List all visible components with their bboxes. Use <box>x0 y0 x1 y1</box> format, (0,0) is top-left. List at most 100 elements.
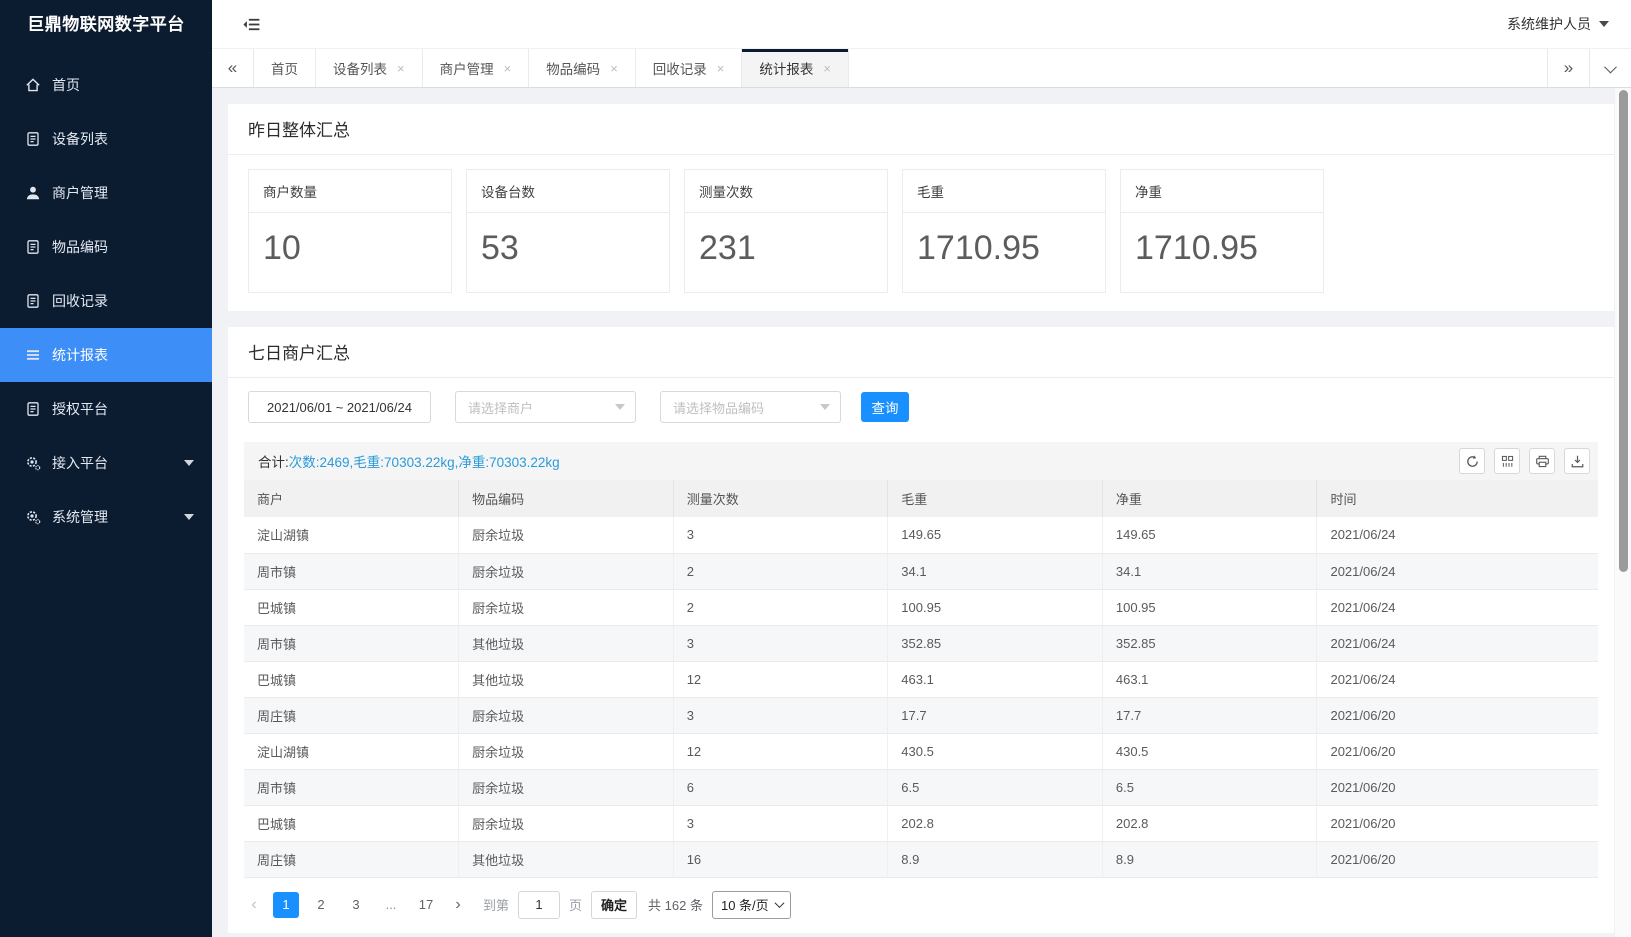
tab-recycle-records[interactable]: 回收记录× <box>636 49 743 87</box>
table-cell: 周庄镇 <box>244 697 459 733</box>
table-cell: 100.95 <box>888 589 1103 625</box>
tab-device-list[interactable]: 设备列表× <box>316 49 423 87</box>
export-button[interactable] <box>1564 448 1590 474</box>
table-cell: 2021/06/20 <box>1317 769 1598 805</box>
sidebar-item-recycle-records[interactable]: 回收记录 <box>0 274 212 328</box>
chevron-down-icon <box>774 898 784 908</box>
page-size-value: 10 条/页 <box>721 895 769 914</box>
columns-grid-icon <box>1500 454 1515 469</box>
table-cell: 2 <box>673 589 888 625</box>
table-cell: 2021/06/20 <box>1317 697 1598 733</box>
table-cell: 3 <box>673 697 888 733</box>
prev-page-button[interactable]: ‹ <box>244 896 264 914</box>
date-range-input[interactable]: 2021/06/01 ~ 2021/06/24 <box>248 391 431 423</box>
sidebar-item-device-list[interactable]: 设备列表 <box>0 112 212 166</box>
report-card: 七日商户汇总 2021/06/01 ~ 2021/06/24 请选择商户 请选择… <box>228 327 1614 933</box>
tabs-scroll-left-button[interactable]: « <box>212 49 254 87</box>
pagination: ‹ 123...17 › 到第 页 确定 共 162 条 10 条/页 <box>228 878 1614 933</box>
stat-value: 53 <box>467 213 669 292</box>
sidebar-item-item-code[interactable]: 物品编码 <box>0 220 212 274</box>
sidebar-item-system-mgmt[interactable]: 系统管理 <box>0 490 212 544</box>
table-cell: 463.1 <box>888 661 1103 697</box>
column-header: 测量次数 <box>673 480 888 517</box>
table-cell: 淀山湖镇 <box>244 733 459 769</box>
app-title: 巨鼎物联网数字平台 <box>0 0 212 50</box>
tabs-container: 首页设备列表×商户管理×物品编码×回收记录×统计报表× <box>254 49 1547 87</box>
sidebar-item-label: 接入平台 <box>52 453 108 473</box>
table-cell: 352.85 <box>888 625 1103 661</box>
chevron-down-icon <box>184 514 194 520</box>
table-cell: 厨余垃圾 <box>459 517 674 553</box>
date-range-value: 2021/06/01 ~ 2021/06/24 <box>267 400 412 415</box>
page-size-select[interactable]: 10 条/页 <box>712 891 791 919</box>
page-number-2[interactable]: 2 <box>308 892 334 918</box>
close-icon[interactable]: × <box>504 62 512 75</box>
tab-bar: « 首页设备列表×商户管理×物品编码×回收记录×统计报表× » <box>212 48 1631 88</box>
column-header: 商户 <box>244 480 459 517</box>
tab-report[interactable]: 统计报表× <box>742 49 849 87</box>
close-icon[interactable]: × <box>717 62 725 75</box>
table-cell: 厨余垃圾 <box>459 589 674 625</box>
close-icon[interactable]: × <box>823 62 831 75</box>
filter-row: 2021/06/01 ~ 2021/06/24 请选择商户 请选择物品编码 查询 <box>228 378 1614 436</box>
table-cell: 2021/06/20 <box>1317 841 1598 877</box>
sidebar-item-report[interactable]: 统计报表 <box>0 328 212 382</box>
user-dropdown[interactable]: 系统维护人员 <box>1507 14 1609 34</box>
column-header: 时间 <box>1317 480 1598 517</box>
columns-filter-button[interactable] <box>1494 448 1520 474</box>
table-cell: 34.1 <box>888 553 1103 589</box>
table-cell: 463.1 <box>1102 661 1317 697</box>
table-cell: 17.7 <box>888 697 1103 733</box>
merchant-select[interactable]: 请选择商户 <box>455 391 636 423</box>
next-page-button[interactable]: › <box>448 896 468 914</box>
section-title-report: 七日商户汇总 <box>228 327 1614 378</box>
page-word: 页 <box>569 895 582 914</box>
stat-label: 商户数量 <box>249 170 451 213</box>
gear-icon <box>24 509 41 526</box>
goto-page-input[interactable] <box>518 891 560 919</box>
tab-item-code[interactable]: 物品编码× <box>529 49 636 87</box>
stat-label: 毛重 <box>903 170 1105 213</box>
table-cell: 2021/06/20 <box>1317 805 1598 841</box>
page-number-3[interactable]: 3 <box>343 892 369 918</box>
sidebar-item-label: 系统管理 <box>52 507 108 527</box>
refresh-button[interactable] <box>1459 448 1485 474</box>
vertical-scrollbar-thumb[interactable] <box>1619 90 1628 572</box>
table-cell: 352.85 <box>1102 625 1317 661</box>
table-cell: 巴城镇 <box>244 589 459 625</box>
search-button[interactable]: 查询 <box>861 392 909 422</box>
table-row: 周庄镇厨余垃圾317.717.72021/06/20 <box>244 697 1598 733</box>
table-cell: 3 <box>673 805 888 841</box>
fold-icon <box>242 15 261 34</box>
confirm-button[interactable]: 确定 <box>591 891 637 919</box>
table-cell: 周庄镇 <box>244 841 459 877</box>
sidebar-item-home[interactable]: 首页 <box>0 58 212 112</box>
page-number-1[interactable]: 1 <box>273 892 299 918</box>
table-cell: 17.7 <box>1102 697 1317 733</box>
tabs-scroll-right-button[interactable]: » <box>1547 49 1589 87</box>
sidebar-collapse-button[interactable] <box>240 13 262 35</box>
table-cell: 202.8 <box>888 805 1103 841</box>
page-number-17[interactable]: 17 <box>413 892 439 918</box>
item-code-select[interactable]: 请选择物品编码 <box>660 391 841 423</box>
page-ellipsis: ... <box>378 892 404 918</box>
tab-home[interactable]: 首页 <box>254 49 316 87</box>
close-icon[interactable]: × <box>610 62 618 75</box>
table-cell: 12 <box>673 661 888 697</box>
table-row: 巴城镇厨余垃圾3202.8202.82021/06/20 <box>244 805 1598 841</box>
print-button[interactable] <box>1529 448 1555 474</box>
tabs-menu-button[interactable] <box>1589 49 1631 87</box>
table-cell: 其他垃圾 <box>459 661 674 697</box>
sidebar-item-access-platform[interactable]: 接入平台 <box>0 436 212 490</box>
section-title-daily: 昨日整体汇总 <box>228 104 1614 155</box>
tab-merchant-mgmt[interactable]: 商户管理× <box>423 49 530 87</box>
table-cell: 202.8 <box>1102 805 1317 841</box>
table-cell: 巴城镇 <box>244 661 459 697</box>
sidebar-item-merchant-mgmt[interactable]: 商户管理 <box>0 166 212 220</box>
table-cell: 149.65 <box>1102 517 1317 553</box>
sidebar-item-auth-platform[interactable]: 授权平台 <box>0 382 212 436</box>
close-icon[interactable]: × <box>397 62 405 75</box>
table-cell: 厨余垃圾 <box>459 697 674 733</box>
table-cell: 周市镇 <box>244 769 459 805</box>
table-row: 淀山湖镇厨余垃圾12430.5430.52021/06/20 <box>244 733 1598 769</box>
